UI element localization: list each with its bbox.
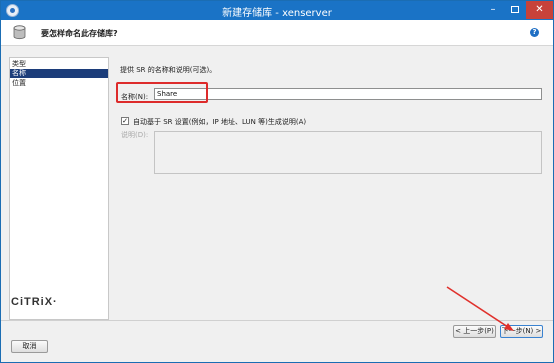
help-icon[interactable]: ? [530, 28, 539, 37]
nav-item-type[interactable]: 类型 [10, 60, 108, 69]
previous-button[interactable]: < 上一步(P) [453, 325, 496, 338]
instructions-text: 提供 SR 的名称和说明(可选)。 [120, 66, 217, 74]
minimize-button[interactable]: – [482, 1, 504, 19]
next-button[interactable]: 下一步(N) > [500, 325, 543, 338]
name-input[interactable]: Share [154, 88, 542, 100]
description-textarea[interactable] [154, 131, 542, 174]
footer-divider [1, 320, 553, 321]
storage-cylinder-icon [13, 25, 26, 40]
auto-description-label[interactable]: 自动基于 SR 设置(例如，IP 地址、LUN 等)生成说明(A) [133, 117, 306, 127]
cancel-button[interactable]: 取消 [11, 340, 48, 353]
title-bar: 新建存储库 - xenserver – ✕ [1, 1, 553, 20]
annotation-highlight-box [116, 82, 208, 103]
auto-description-checkbox[interactable]: ✓ [121, 117, 129, 125]
maximize-icon [511, 6, 519, 13]
main-pane: 提供 SR 的名称和说明(可选)。 名称(N): Share ✓ 自动基于 SR… [109, 57, 553, 320]
citrix-logo: CiTRiX· [11, 296, 58, 308]
description-label: 说明(D): [121, 131, 149, 139]
window-title: 新建存储库 - xenserver [222, 8, 332, 19]
maximize-button[interactable] [504, 1, 526, 19]
wizard-window: 新建存储库 - xenserver – ✕ 要怎样命名此存储库? ? 类型 名称… [0, 0, 554, 363]
nav-item-name[interactable]: 名称 [10, 69, 108, 78]
close-button[interactable]: ✕ [526, 1, 553, 19]
page-header: 要怎样命名此存储库? ? [1, 20, 553, 46]
page-title: 要怎样命名此存储库? [41, 29, 118, 38]
nav-item-location[interactable]: 位置 [10, 79, 108, 88]
wizard-steps-nav: 类型 名称 位置 CiTRiX· [9, 57, 109, 320]
